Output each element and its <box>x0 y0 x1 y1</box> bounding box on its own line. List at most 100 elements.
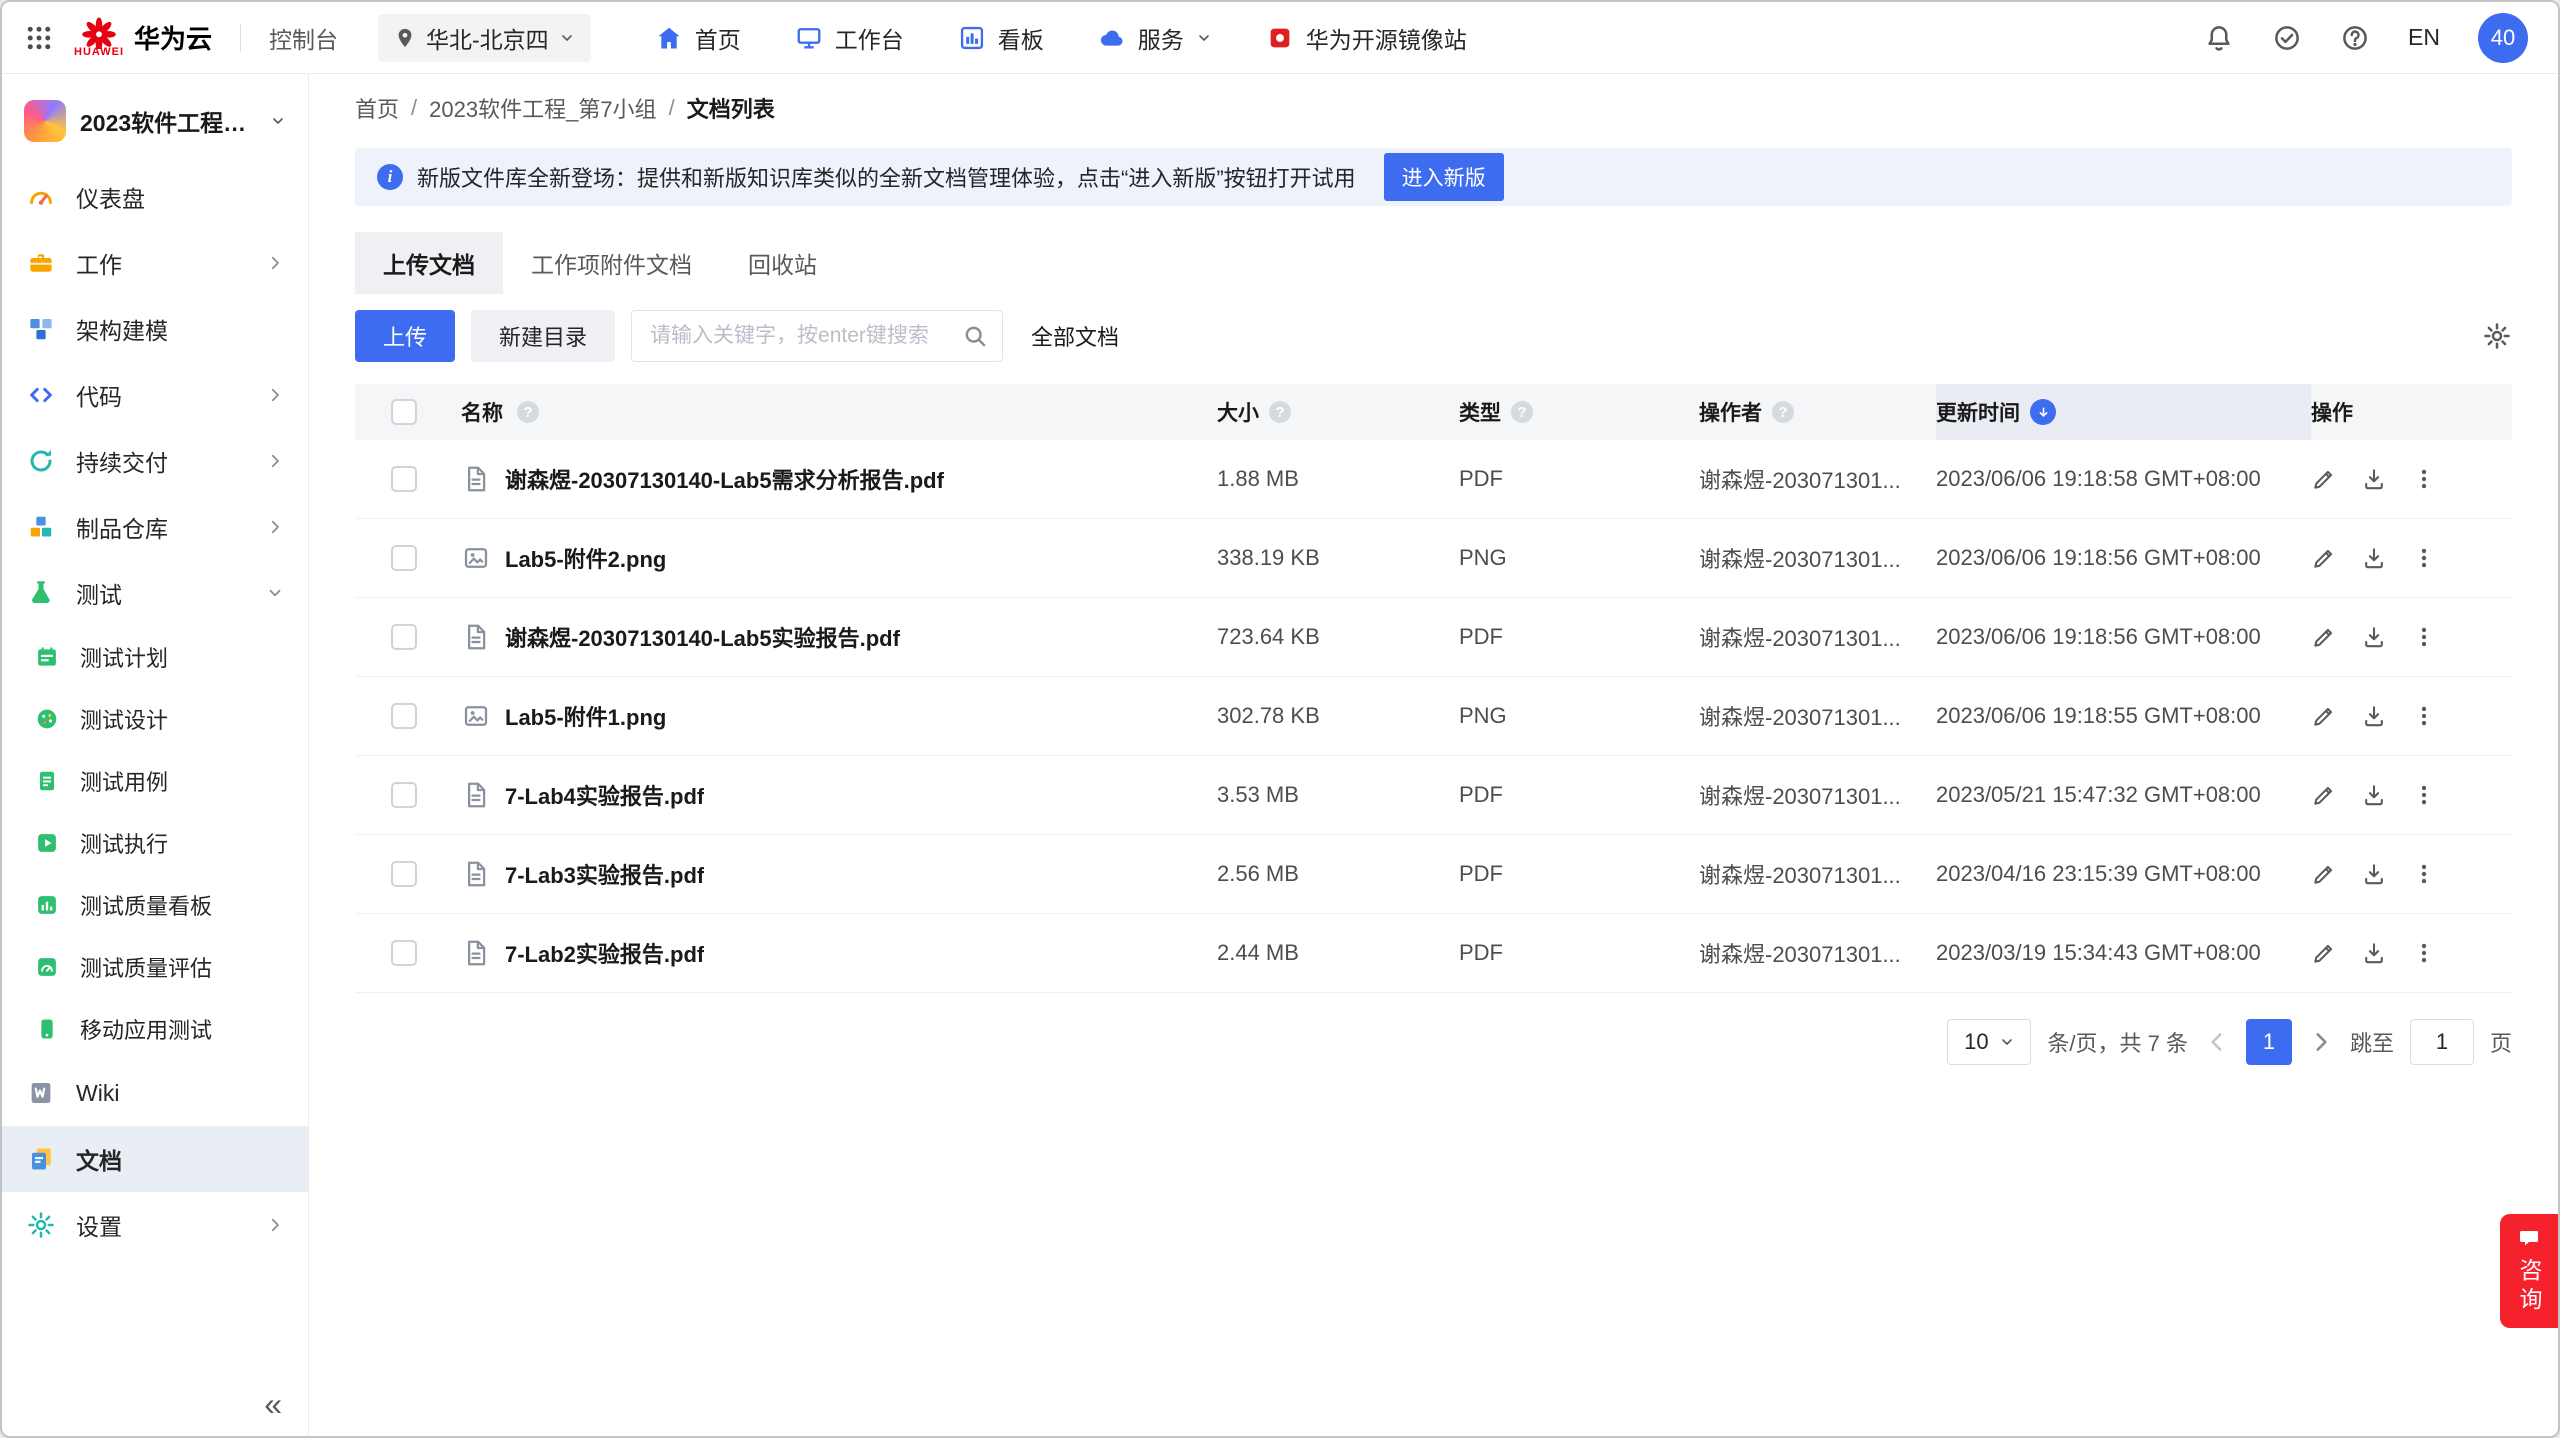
sort-descending-icon[interactable] <box>2030 399 2056 425</box>
help-badge-icon[interactable]: ? <box>1269 401 1291 423</box>
row-checkbox[interactable] <box>391 545 417 571</box>
download-icon[interactable] <box>2361 861 2387 887</box>
edit-icon[interactable] <box>2311 861 2337 887</box>
more-actions-icon[interactable] <box>2411 782 2437 808</box>
search-icon[interactable] <box>962 323 988 349</box>
sidebar-item-label: 测试设计 <box>80 703 168 735</box>
row-checkbox[interactable] <box>391 703 417 729</box>
edit-icon[interactable] <box>2311 782 2337 808</box>
more-actions-icon[interactable] <box>2411 466 2437 492</box>
prev-page-icon[interactable] <box>2204 1029 2230 1055</box>
row-checkbox[interactable] <box>391 782 417 808</box>
file-owner: 谢森煜-203071301... <box>1699 937 1936 969</box>
help-badge-icon[interactable]: ? <box>1511 401 1533 423</box>
project-selector[interactable]: 2023软件工程_第7... <box>2 84 308 158</box>
sidebar-item-artifacts[interactable]: 制品仓库 <box>2 494 308 560</box>
tab-workitem-attachments[interactable]: 工作项附件文档 <box>503 232 720 294</box>
help-badge-icon[interactable]: ? <box>517 401 539 423</box>
sidebar-item-test-case[interactable]: 测试用例 <box>2 750 308 812</box>
file-name-link[interactable]: 谢森煜-20307130140-Lab5实验报告.pdf <box>505 621 900 653</box>
sidebar-item-arch-modeling[interactable]: 架构建模 <box>2 296 308 362</box>
tab-recycle-bin[interactable]: 回收站 <box>720 232 845 294</box>
file-name-link[interactable]: 7-Lab2实验报告.pdf <box>505 937 704 969</box>
file-name-link[interactable]: Lab5-附件2.png <box>505 542 666 574</box>
file-size: 3.53 MB <box>1217 782 1459 808</box>
sidebar-item-test-plan[interactable]: 测试计划 <box>2 626 308 688</box>
sidebar-item-settings[interactable]: 设置 <box>2 1192 308 1258</box>
more-actions-icon[interactable] <box>2411 861 2437 887</box>
brand[interactable]: HUAWEI 华为云 <box>74 17 212 58</box>
help-badge-icon[interactable]: ? <box>1772 401 1794 423</box>
nav-item-services[interactable]: 服务 <box>1098 21 1212 55</box>
sidebar-item-dashboard[interactable]: 仪表盘 <box>2 164 308 230</box>
sidebar-item-test-quality-board[interactable]: 测试质量看板 <box>2 874 308 936</box>
tab-uploaded-docs[interactable]: 上传文档 <box>355 232 503 294</box>
sidebar-item-test-quality-eval[interactable]: 测试质量评估 <box>2 936 308 998</box>
help-circle-icon[interactable] <box>2340 23 2370 53</box>
bell-icon[interactable] <box>2204 23 2234 53</box>
upload-button[interactable]: 上传 <box>355 310 455 362</box>
jump-page-input[interactable] <box>2410 1019 2474 1065</box>
consult-floating-button[interactable]: 咨询 <box>2500 1214 2558 1328</box>
doc-filter-dropdown[interactable]: 全部文档 <box>1031 320 1119 352</box>
row-checkbox[interactable] <box>391 940 417 966</box>
sidebar-item-mobile-app-test[interactable]: 移动应用测试 <box>2 998 308 1060</box>
edit-icon[interactable] <box>2311 466 2337 492</box>
sidebar-item-test-run[interactable]: 测试执行 <box>2 812 308 874</box>
file-name-link[interactable]: 7-Lab4实验报告.pdf <box>505 779 704 811</box>
select-all-checkbox[interactable] <box>391 399 417 425</box>
nav-item-mirrors[interactable]: 华为开源镜像站 <box>1266 21 1467 55</box>
pdf-file-icon <box>461 622 491 652</box>
more-actions-icon[interactable] <box>2411 940 2437 966</box>
next-page-icon[interactable] <box>2308 1029 2334 1055</box>
download-icon[interactable] <box>2361 703 2387 729</box>
app-grid-icon[interactable] <box>24 23 54 53</box>
row-checkbox[interactable] <box>391 861 417 887</box>
current-page-button[interactable]: 1 <box>2246 1019 2292 1065</box>
download-icon[interactable] <box>2361 782 2387 808</box>
check-circle-icon[interactable] <box>2272 23 2302 53</box>
edit-icon[interactable] <box>2311 624 2337 650</box>
user-avatar[interactable]: 40 <box>2478 13 2528 63</box>
row-checkbox[interactable] <box>391 624 417 650</box>
edit-icon[interactable] <box>2311 940 2337 966</box>
sidebar-item-testing[interactable]: 测试 <box>2 560 308 626</box>
sidebar-item-label: 架构建模 <box>76 312 168 346</box>
sidebar-item-test-design[interactable]: 测试设计 <box>2 688 308 750</box>
table-settings-gear-icon[interactable] <box>2482 321 2512 351</box>
edit-icon[interactable] <box>2311 703 2337 729</box>
sidebar-collapse-toggle[interactable]: « <box>264 1388 282 1420</box>
file-name-link[interactable]: Lab5-附件1.png <box>505 700 666 732</box>
nav-item-home[interactable]: 首页 <box>655 21 741 55</box>
file-name-link[interactable]: 7-Lab3实验报告.pdf <box>505 858 704 890</box>
language-switcher[interactable]: EN <box>2408 24 2440 51</box>
download-icon[interactable] <box>2361 940 2387 966</box>
page-size-select[interactable]: 10 <box>1947 1019 2031 1065</box>
more-actions-icon[interactable] <box>2411 703 2437 729</box>
console-link[interactable]: 控制台 <box>269 21 338 55</box>
table-row: 谢森煜-20307130140-Lab5实验报告.pdf 723.64 KB P… <box>355 598 2512 677</box>
sidebar-item-work[interactable]: 工作 <box>2 230 308 296</box>
new-folder-button[interactable]: 新建目录 <box>471 310 615 362</box>
more-actions-icon[interactable] <box>2411 545 2437 571</box>
download-icon[interactable] <box>2361 545 2387 571</box>
breadcrumb-home[interactable]: 首页 <box>355 92 399 124</box>
nav-item-board[interactable]: 看板 <box>958 21 1044 55</box>
file-name-link[interactable]: 谢森煜-20307130140-Lab5需求分析报告.pdf <box>505 463 944 495</box>
download-icon[interactable] <box>2361 466 2387 492</box>
row-checkbox[interactable] <box>391 466 417 492</box>
sidebar-item-label: 仪表盘 <box>76 180 145 214</box>
more-actions-icon[interactable] <box>2411 624 2437 650</box>
region-selector[interactable]: 华北-北京四 <box>378 14 591 62</box>
sidebar-item-documents[interactable]: 文档 <box>2 1126 308 1192</box>
download-icon[interactable] <box>2361 624 2387 650</box>
enter-new-version-button[interactable]: 进入新版 <box>1384 153 1504 201</box>
pdf-file-icon <box>461 859 491 889</box>
edit-icon[interactable] <box>2311 545 2337 571</box>
sidebar-item-cicd[interactable]: 持续交付 <box>2 428 308 494</box>
breadcrumb-project[interactable]: 2023软件工程_第7小组 <box>429 92 656 124</box>
nav-item-workbench[interactable]: 工作台 <box>795 21 904 55</box>
sidebar-item-code[interactable]: 代码 <box>2 362 308 428</box>
sidebar-item-wiki[interactable]: Wiki <box>2 1060 308 1126</box>
search-input[interactable] <box>648 323 962 349</box>
